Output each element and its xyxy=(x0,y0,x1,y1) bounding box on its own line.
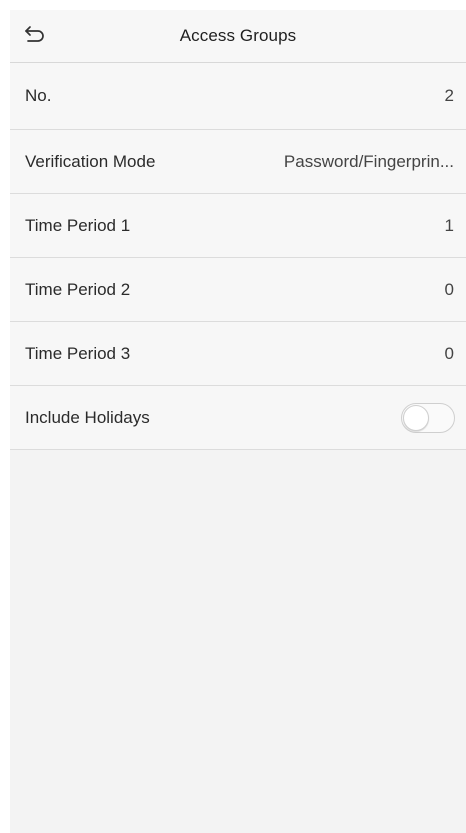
row-label: Time Period 2 xyxy=(25,279,131,299)
row-value: 2 xyxy=(444,86,454,105)
row-time-period-3[interactable]: Time Period 3 0 xyxy=(10,322,466,386)
row-value: 0 xyxy=(444,343,454,363)
include-holidays-toggle[interactable] xyxy=(401,402,455,433)
row-value: 0 xyxy=(444,279,454,299)
toggle-knob xyxy=(403,404,429,431)
back-arrow-icon xyxy=(24,25,46,48)
row-value: 1 xyxy=(444,215,454,235)
row-label: Include Holidays xyxy=(25,407,150,427)
row-label: No. xyxy=(25,86,52,105)
settings-list: No. 2 Verification Mode Password/Fingerp… xyxy=(10,63,466,450)
row-time-period-2[interactable]: Time Period 2 0 xyxy=(10,258,466,322)
header-bar: Access Groups xyxy=(10,10,466,63)
back-button[interactable] xyxy=(22,23,48,49)
page-title: Access Groups xyxy=(179,26,297,45)
row-value: Password/Fingerprin... xyxy=(283,151,454,171)
row-label: Verification Mode xyxy=(25,151,156,171)
row-verification-mode[interactable]: Verification Mode Password/Fingerprin... xyxy=(10,130,466,194)
row-time-period-1[interactable]: Time Period 1 1 xyxy=(10,194,466,258)
row-label: Time Period 3 xyxy=(25,343,131,363)
row-label: Time Period 1 xyxy=(25,215,131,235)
row-number[interactable]: No. 2 xyxy=(10,63,466,130)
row-include-holidays[interactable]: Include Holidays xyxy=(10,386,466,450)
access-groups-screen: Access Groups No. 2 Verification Mode Pa… xyxy=(10,10,466,833)
